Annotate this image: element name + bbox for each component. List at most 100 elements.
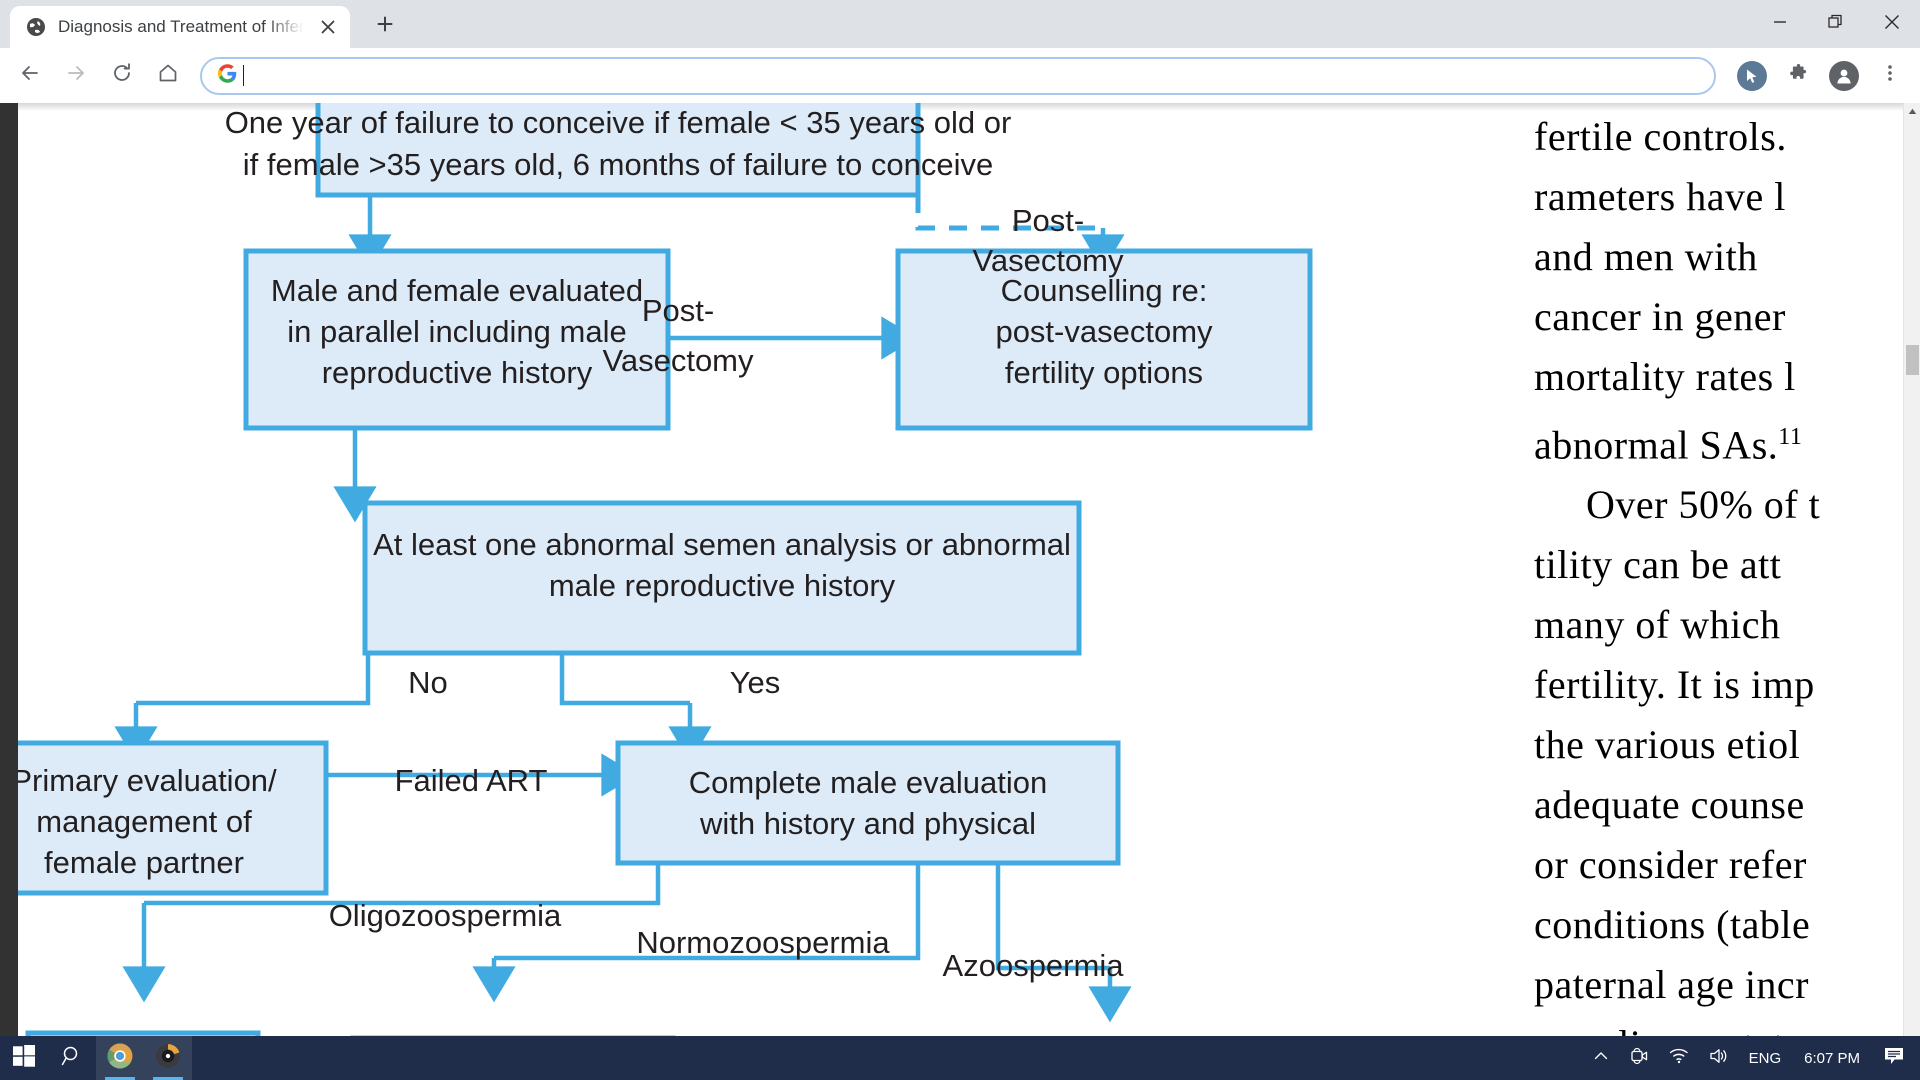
browser-menu-button[interactable] — [1868, 54, 1912, 98]
back-button[interactable] — [8, 54, 52, 98]
notification-chat-icon — [1883, 1046, 1905, 1071]
tab-title: Diagnosis and Treatment of Infer — [58, 17, 304, 36]
text-line: mortality rates l — [1534, 354, 1796, 399]
tab-strip: Diagnosis and Treatment of Infer — [0, 0, 1920, 48]
maximize-button[interactable] — [1808, 0, 1864, 48]
vertical-scrollbar-thumb[interactable] — [1906, 345, 1919, 375]
flow-box-b4: At least one abnormal semen analysis or … — [362, 500, 1082, 656]
tray-overflow-button[interactable] — [1584, 1036, 1618, 1080]
media-player-taskbar-button[interactable] — [144, 1036, 192, 1080]
account-avatar-icon — [1829, 60, 1859, 91]
flow-box-b1-line1: One year of failure to conceive if femal… — [225, 105, 1012, 140]
flow-box-b5-line2: management of — [36, 804, 252, 839]
windows-taskbar: ENG 6:07 PM — [0, 1036, 1920, 1080]
search-button[interactable] — [48, 1036, 96, 1080]
language-indicator[interactable]: ENG — [1740, 1036, 1791, 1080]
plus-icon — [377, 16, 393, 37]
flow-box-b5-line1: Primary evaluation/ — [18, 763, 277, 798]
flow-box-b5: Primary evaluation/ management of female… — [18, 740, 329, 896]
reload-button[interactable] — [100, 54, 144, 98]
pdf-page: One year of failure to conceive if femal… — [18, 103, 1920, 1055]
flow-box-b6-line1: Complete male evaluation — [689, 765, 1047, 800]
extensions-button[interactable] — [1776, 54, 1820, 98]
notifications-button[interactable] — [1874, 1036, 1914, 1080]
windows-start-icon — [13, 1044, 35, 1072]
edge-label-azoospermia: Azoospermia — [943, 948, 1125, 983]
puzzle-icon — [1788, 63, 1809, 89]
text-line: fertility. It is imp — [1534, 662, 1815, 708]
arrow-right-icon — [65, 62, 87, 89]
profile-button[interactable] — [1822, 54, 1866, 98]
flow-box-b6: Complete male evaluation with history an… — [615, 740, 1121, 866]
wifi-icon — [1669, 1047, 1689, 1069]
text-line: abnormal SAs.11 — [1534, 422, 1803, 468]
arrow-left-icon — [19, 62, 41, 89]
edge-label-normozoospermia: Normozoospermia — [636, 925, 890, 960]
text-line: fertile controls. — [1534, 114, 1787, 159]
flow-box-b2-line1: Male and female evaluated — [271, 273, 643, 308]
close-icon — [1884, 14, 1900, 35]
new-tab-button[interactable] — [368, 9, 402, 43]
address-bar[interactable] — [200, 56, 1716, 95]
cursor-pointer-icon — [1737, 60, 1767, 91]
search-icon — [61, 1045, 83, 1072]
close-window-button[interactable] — [1864, 0, 1920, 48]
google-g-icon — [218, 63, 237, 88]
text-line: adequate counse — [1534, 782, 1805, 828]
article-text-column: fertile controls. rameters have l and me… — [1534, 103, 1920, 1055]
network-button[interactable] — [1660, 1036, 1698, 1080]
meet-now-button[interactable] — [1620, 1036, 1658, 1080]
three-dot-menu-icon — [1881, 64, 1899, 87]
flow-box-b6-line2: with history and physical — [699, 806, 1036, 841]
restore-icon — [1828, 14, 1844, 35]
text-line: cancer in gener — [1534, 294, 1786, 339]
cursor-mode-button[interactable] — [1730, 54, 1774, 98]
text-cursor — [243, 65, 244, 86]
reload-icon — [111, 62, 133, 89]
text-line: rameters have l — [1534, 174, 1786, 219]
system-tray: ENG 6:07 PM — [1584, 1036, 1920, 1080]
infertility-flowchart: One year of failure to conceive if femal… — [18, 103, 1313, 1055]
edge-label-no: No — [408, 665, 448, 700]
edge-b4-b6-line — [559, 653, 690, 706]
volume-button[interactable] — [1700, 1036, 1738, 1080]
text-line: conditions (table — [1534, 902, 1811, 948]
flow-box-b2: Male and female evaluated in parallel in… — [243, 248, 671, 431]
flow-box-b4-line2: male reproductive history — [549, 568, 896, 603]
globe-icon — [26, 17, 46, 37]
flow-box-b3-line3: fertility options — [1005, 355, 1203, 390]
vertical-scrollbar[interactable] — [1903, 103, 1920, 1055]
start-button[interactable] — [0, 1036, 48, 1080]
forward-button[interactable] — [54, 54, 98, 98]
text-line: the various etiol — [1534, 722, 1801, 768]
language-label: ENG — [1748, 1049, 1782, 1067]
clock[interactable]: 6:07 PM — [1792, 1050, 1872, 1067]
edge-label-post-solid-1: Post- — [642, 293, 714, 328]
scroll-up-arrow-icon[interactable] — [1904, 103, 1920, 120]
home-button[interactable] — [146, 54, 190, 98]
close-icon[interactable] — [316, 15, 340, 39]
chrome-taskbar-button[interactable] — [96, 1036, 144, 1080]
footnote-marker: 11 — [1778, 424, 1803, 450]
text-line: or consider refer — [1534, 842, 1807, 888]
flow-box-b1: One year of failure to conceive if femal… — [225, 103, 1012, 198]
edge-b4-b5-line — [136, 653, 371, 706]
camera-icon — [1629, 1047, 1649, 1070]
text-line: paternal age incr — [1534, 962, 1810, 1008]
browser-toolbar — [0, 48, 1920, 103]
flow-box-b2-line3: reproductive history — [322, 355, 593, 390]
minimize-button[interactable] — [1752, 0, 1808, 48]
flow-box-b4-line1: At least one abnormal semen analysis or … — [373, 527, 1071, 562]
edge-label-oligozoospermia: Oligozoospermia — [329, 898, 562, 933]
page-viewport: One year of failure to conceive if femal… — [0, 103, 1920, 1080]
text-line: many of which — [1534, 602, 1781, 648]
chrome-taskbar-icon — [107, 1043, 133, 1074]
edge-label-yes: Yes — [730, 665, 781, 700]
clock-time: 6:07 PM — [1804, 1049, 1860, 1067]
home-icon — [157, 62, 179, 89]
browser-tab[interactable]: Diagnosis and Treatment of Infer — [10, 6, 350, 48]
text-line: and men with — [1534, 234, 1758, 279]
speaker-icon — [1709, 1047, 1729, 1070]
window-controls — [1752, 0, 1920, 48]
text-line: Over 50% of t — [1586, 482, 1821, 528]
